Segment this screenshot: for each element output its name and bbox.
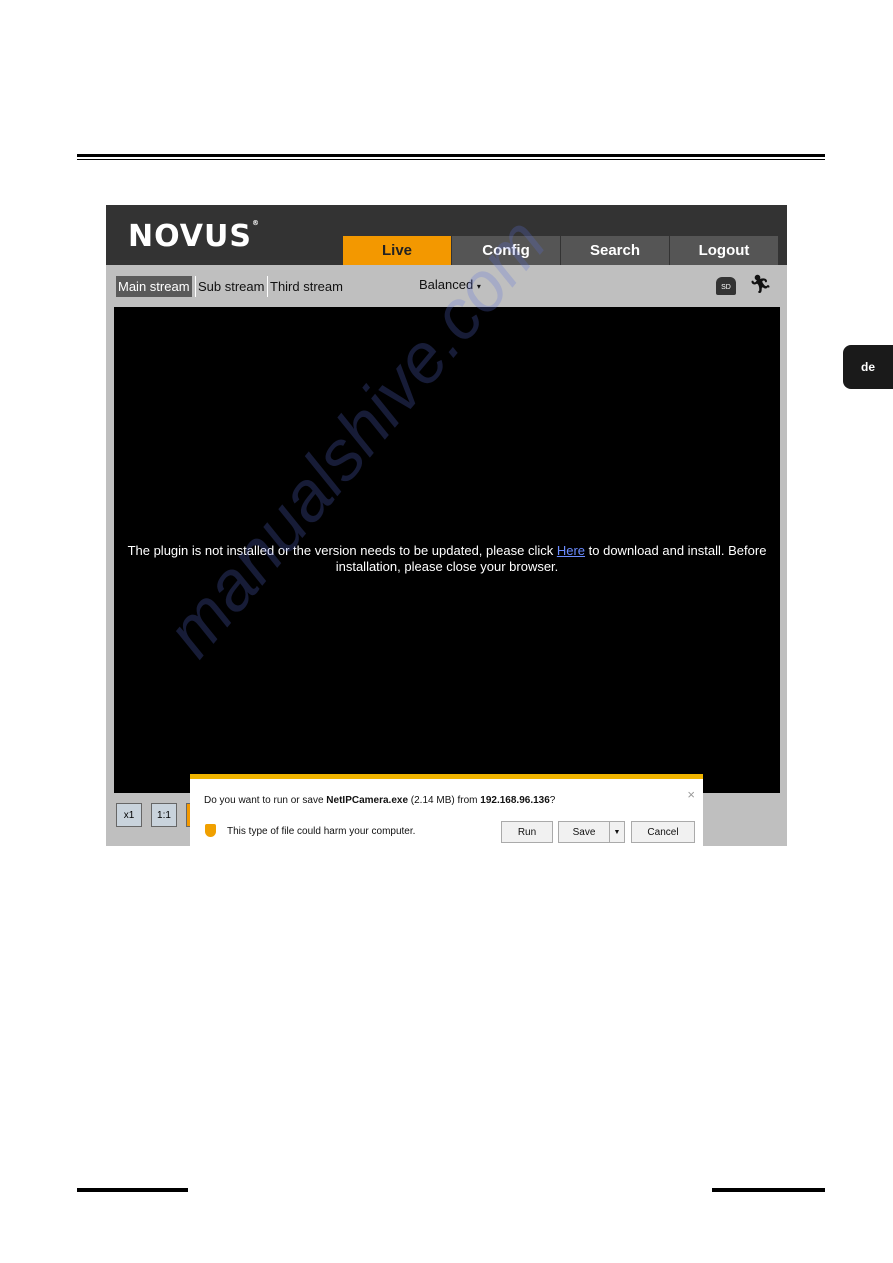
warning-text: This type of file could harm your comput… [227, 826, 416, 837]
motion-person-icon[interactable]: 🏃︎ [749, 274, 772, 295]
tab-config[interactable]: Config [452, 236, 560, 265]
footer-rule-right [712, 1188, 825, 1192]
save-button[interactable]: Save [558, 821, 610, 843]
quality-value: Balanced [419, 277, 474, 292]
app-header: NOVUS® Live Config Search Logout [106, 205, 787, 265]
sd-card-record-icon[interactable]: SD [716, 277, 736, 295]
quality-dropdown[interactable]: Balanced ▾ [419, 277, 481, 292]
message-text: The plugin is not installed or the versi… [127, 543, 557, 558]
actual-size-button[interactable]: 1:1 [151, 803, 177, 827]
run-button[interactable]: Run [501, 821, 553, 843]
tab-search[interactable]: Search [561, 236, 669, 265]
header-rule-thin [77, 159, 825, 160]
file-size: (2.14 MB) from [408, 795, 481, 806]
novus-logo: NOVUS® [128, 219, 260, 254]
third-stream-button[interactable]: Third stream [267, 276, 345, 297]
plugin-message: The plugin is not installed or the versi… [114, 543, 780, 575]
host-address: 192.168.96.136 [480, 795, 550, 806]
main-tabs: Live Config Search Logout [343, 236, 779, 265]
chevron-down-icon: ▾ [476, 282, 481, 291]
sub-stream-button[interactable]: Sub stream [195, 276, 266, 297]
save-options-dropdown[interactable]: ▼ [609, 821, 625, 843]
zoom-x1-button[interactable]: x1 [116, 803, 142, 827]
video-area: The plugin is not installed or the versi… [114, 307, 780, 793]
download-dialog: Do you want to run or save NetIPCamera.e… [190, 774, 703, 851]
cancel-button[interactable]: Cancel [631, 821, 695, 843]
q-end: ? [549, 795, 556, 806]
header-rule [77, 154, 825, 157]
language-tab: de [843, 345, 893, 389]
camera-web-ui: NOVUS® Live Config Search Logout Main st… [106, 205, 787, 846]
footer-rule-left [77, 1188, 188, 1192]
download-plugin-link[interactable]: Here [557, 543, 585, 558]
file-name: NetIPCamera.exe [326, 795, 409, 806]
q-text: Do you want to run or save [204, 795, 327, 806]
tab-live[interactable]: Live [343, 236, 451, 265]
main-stream-button[interactable]: Main stream [116, 276, 192, 297]
shield-warning-icon [205, 824, 216, 837]
tab-logout[interactable]: Logout [670, 236, 778, 265]
close-icon[interactable]: × [687, 787, 695, 802]
stream-toolbar: Main stream Sub stream Third stream Bala… [106, 265, 787, 307]
download-question: Do you want to run or save NetIPCamera.e… [204, 795, 555, 806]
